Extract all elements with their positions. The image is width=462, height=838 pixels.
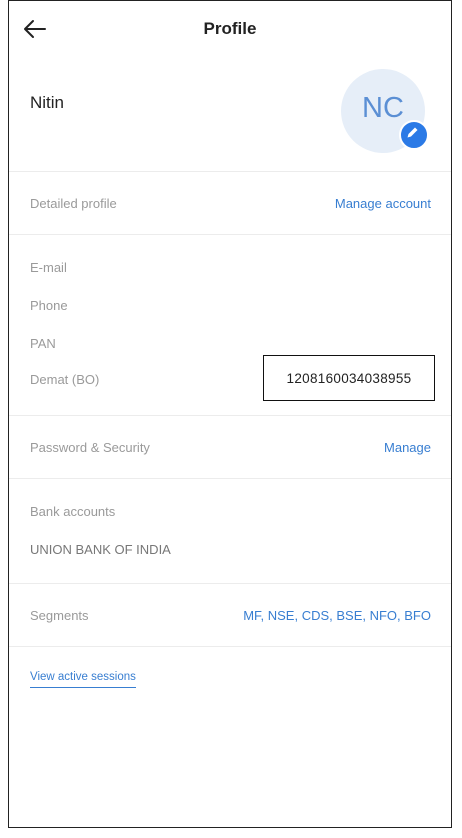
page-title: Profile — [203, 19, 257, 38]
sessions-section: View active sessions — [9, 647, 451, 707]
phone-label: Phone — [30, 298, 68, 313]
email-label: E-mail — [30, 260, 67, 275]
segments-label: Segments — [30, 608, 89, 623]
user-section: Nitin NC — [9, 63, 451, 172]
segments-row: Segments MF, NSE, CDS, BSE, NFO, BFO — [9, 584, 451, 647]
edit-avatar-button[interactable] — [399, 120, 429, 150]
bank-accounts-section: Bank accounts UNION BANK OF INDIA — [9, 479, 451, 584]
header: Profile — [9, 1, 451, 63]
view-active-sessions-link[interactable]: View active sessions — [30, 671, 136, 688]
pan-label: PAN — [30, 336, 56, 351]
bank-accounts-label: Bank accounts — [30, 504, 116, 519]
segments-value[interactable]: MF, NSE, CDS, BSE, NFO, BFO — [243, 608, 431, 623]
bank-name: UNION BANK OF INDIA — [30, 542, 171, 557]
manage-account-link[interactable]: Manage account — [335, 196, 431, 211]
user-name: Nitin — [30, 93, 65, 112]
demat-label: Demat (BO) — [30, 372, 100, 387]
profile-screen: Profile Nitin NC Detailed profile Manage… — [8, 0, 452, 828]
pencil-icon — [407, 127, 418, 138]
contact-details: E-mail Phone PAN Demat (BO) 120816003403… — [9, 235, 451, 416]
security-label: Password & Security — [30, 440, 150, 455]
security-row: Password & Security Manage — [9, 416, 451, 479]
demat-value: 1208160034038955 — [263, 355, 435, 401]
detailed-profile-label: Detailed profile — [30, 196, 117, 211]
manage-security-link[interactable]: Manage — [384, 440, 431, 455]
detailed-profile-row: Detailed profile Manage account — [9, 172, 451, 235]
